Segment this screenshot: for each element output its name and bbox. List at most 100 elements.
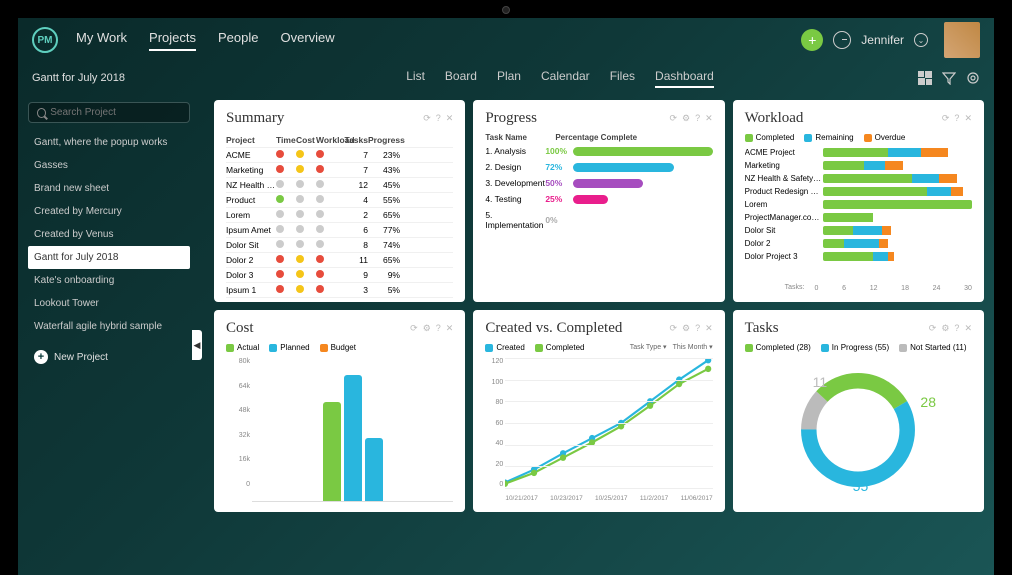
card-refresh-icon[interactable]: ⟳ bbox=[929, 323, 937, 334]
user-menu-chevron-icon[interactable]: ⌄ bbox=[914, 33, 928, 47]
sidebar-item[interactable]: Created by Mercury bbox=[28, 200, 190, 223]
workload-axis: 0612182430 bbox=[815, 285, 972, 292]
donut-value-in-progress: 55 bbox=[853, 478, 869, 494]
workload-row: ACME Project bbox=[745, 148, 972, 157]
sidebar-collapse-handle[interactable]: ◀ bbox=[192, 330, 202, 360]
card-refresh-icon[interactable]: ⟳ bbox=[423, 113, 431, 124]
table-row[interactable]: Ipsum Amet677% bbox=[226, 223, 453, 238]
table-row[interactable]: Dolor 399% bbox=[226, 268, 453, 283]
card-help-icon[interactable]: ? bbox=[954, 323, 959, 334]
created-legend: Created Completed Task Type ▾This Month … bbox=[485, 343, 712, 352]
card-settings-icon[interactable]: ⚙ bbox=[423, 323, 431, 334]
line-grid bbox=[505, 358, 712, 488]
card-close-icon[interactable]: ✕ bbox=[964, 323, 972, 334]
table-row[interactable]: NZ Health & Sa…1245% bbox=[226, 178, 453, 193]
tab-plan[interactable]: Plan bbox=[497, 69, 521, 88]
workload-row: Marketing bbox=[745, 161, 972, 170]
card-refresh-icon[interactable]: ⟳ bbox=[942, 113, 950, 124]
nav-my-work[interactable]: My Work bbox=[76, 30, 127, 51]
sidebar-item[interactable]: Gantt for July 2018 bbox=[28, 246, 190, 269]
sidebar-item[interactable]: Gasses bbox=[28, 154, 190, 177]
card-close-icon[interactable]: ✕ bbox=[705, 323, 713, 334]
view-tabs: List Board Plan Calendar Files Dashboard bbox=[202, 69, 918, 88]
legend-item: Completed (28) bbox=[745, 343, 811, 352]
col-task-name: Task Name bbox=[485, 133, 555, 142]
tab-files[interactable]: Files bbox=[610, 69, 635, 88]
legend-item: In Progress (55) bbox=[821, 343, 889, 352]
sidebar-item[interactable]: Kate's onboarding bbox=[28, 269, 190, 292]
sidebar-item[interactable]: Waterfall agile hybrid sample bbox=[28, 315, 190, 338]
card-close-icon[interactable]: ✕ bbox=[446, 323, 454, 334]
col-header: Progress bbox=[368, 135, 400, 145]
progress-row: 3. Development50% bbox=[485, 178, 712, 188]
card-close-icon[interactable]: ✕ bbox=[705, 113, 713, 124]
col-header: Cost bbox=[296, 135, 316, 145]
project-title: Gantt for July 2018 bbox=[32, 72, 202, 84]
card-refresh-icon[interactable]: ⟳ bbox=[669, 113, 677, 124]
card-refresh-icon[interactable]: ⟳ bbox=[410, 323, 418, 334]
sidebar-item[interactable]: Brand new sheet bbox=[28, 177, 190, 200]
card-help-icon[interactable]: ? bbox=[695, 113, 700, 124]
app-logo[interactable]: PM bbox=[32, 27, 58, 53]
cost-bar-planned bbox=[344, 375, 362, 501]
nav-projects[interactable]: Projects bbox=[149, 30, 196, 51]
card-title: Cost bbox=[226, 320, 410, 337]
table-row[interactable]: Ipsum 135% bbox=[226, 283, 453, 298]
card-title: Progress bbox=[485, 110, 669, 127]
tab-calendar[interactable]: Calendar bbox=[541, 69, 590, 88]
add-button[interactable]: + bbox=[801, 29, 823, 51]
table-row[interactable]: Dolor 21165% bbox=[226, 253, 453, 268]
table-row[interactable]: ACME723% bbox=[226, 148, 453, 163]
clock-icon[interactable] bbox=[833, 31, 851, 49]
device-camera bbox=[502, 6, 510, 14]
cost-bar-actual bbox=[323, 402, 341, 501]
nav-people[interactable]: People bbox=[218, 30, 258, 51]
card-close-icon[interactable]: ✕ bbox=[964, 113, 972, 124]
period-dropdown[interactable]: This Month ▾ bbox=[673, 343, 713, 351]
cost-yaxis: 80k64k48k32k16k0 bbox=[226, 358, 250, 488]
card-settings-icon[interactable]: ⚙ bbox=[682, 323, 690, 334]
task-type-dropdown[interactable]: Task Type ▾ bbox=[630, 343, 667, 351]
table-row[interactable]: Product455% bbox=[226, 193, 453, 208]
progress-row: 5. Implementation0% bbox=[485, 210, 712, 230]
progress-row: 4. Testing25% bbox=[485, 194, 712, 204]
card-refresh-icon[interactable]: ⟳ bbox=[669, 323, 677, 334]
search-input[interactable] bbox=[50, 107, 181, 118]
legend-item: Not Started (11) bbox=[899, 343, 966, 352]
card-title: Tasks bbox=[745, 320, 929, 337]
card-toolbar: ⟳ ⚙? ✕ bbox=[410, 323, 453, 334]
card-settings-icon[interactable]: ⚙ bbox=[682, 113, 690, 124]
search-box[interactable] bbox=[28, 102, 190, 123]
card-help-icon[interactable]: ? bbox=[954, 113, 959, 124]
progress-row: 1. Analysis100% bbox=[485, 146, 712, 156]
table-row[interactable]: Lorem265% bbox=[226, 208, 453, 223]
table-row[interactable]: Marketing743% bbox=[226, 163, 453, 178]
card-close-icon[interactable]: ✕ bbox=[446, 113, 454, 124]
workload-row: Dolor 2 bbox=[745, 239, 972, 248]
card-created-completed: Created vs. Completed ⟳⚙?✕ Created Compl… bbox=[473, 310, 724, 512]
card-settings-icon[interactable]: ⚙ bbox=[941, 323, 949, 334]
search-icon bbox=[37, 108, 46, 118]
user-avatar[interactable] bbox=[944, 22, 980, 58]
cost-bars bbox=[252, 358, 453, 502]
card-help-icon[interactable]: ? bbox=[695, 323, 700, 334]
card-help-icon[interactable]: ? bbox=[436, 113, 441, 124]
sidebar-item[interactable]: Lookout Tower bbox=[28, 292, 190, 315]
table-row[interactable]: Dolor Sit874% bbox=[226, 238, 453, 253]
tab-dashboard[interactable]: Dashboard bbox=[655, 69, 714, 88]
grid-view-icon[interactable] bbox=[918, 71, 932, 85]
line-xaxis: 10/21/201710/23/201710/25/201711/2/20171… bbox=[505, 495, 712, 502]
card-help-icon[interactable]: ? bbox=[436, 323, 441, 334]
tab-board[interactable]: Board bbox=[445, 69, 477, 88]
sidebar-item[interactable]: Gantt, where the popup works bbox=[28, 131, 190, 154]
new-project-button[interactable]: + New Project bbox=[28, 344, 190, 370]
workload-axis-label: Tasks: bbox=[785, 284, 805, 291]
user-name: Jennifer bbox=[861, 33, 904, 47]
settings-icon[interactable] bbox=[966, 71, 980, 85]
card-title: Workload bbox=[745, 110, 942, 127]
tab-list[interactable]: List bbox=[406, 69, 425, 88]
sidebar: Gantt, where the popup worksGassesBrand … bbox=[18, 94, 200, 575]
filter-icon[interactable] bbox=[942, 71, 956, 85]
sidebar-item[interactable]: Created by Venus bbox=[28, 223, 190, 246]
nav-overview[interactable]: Overview bbox=[281, 30, 335, 51]
